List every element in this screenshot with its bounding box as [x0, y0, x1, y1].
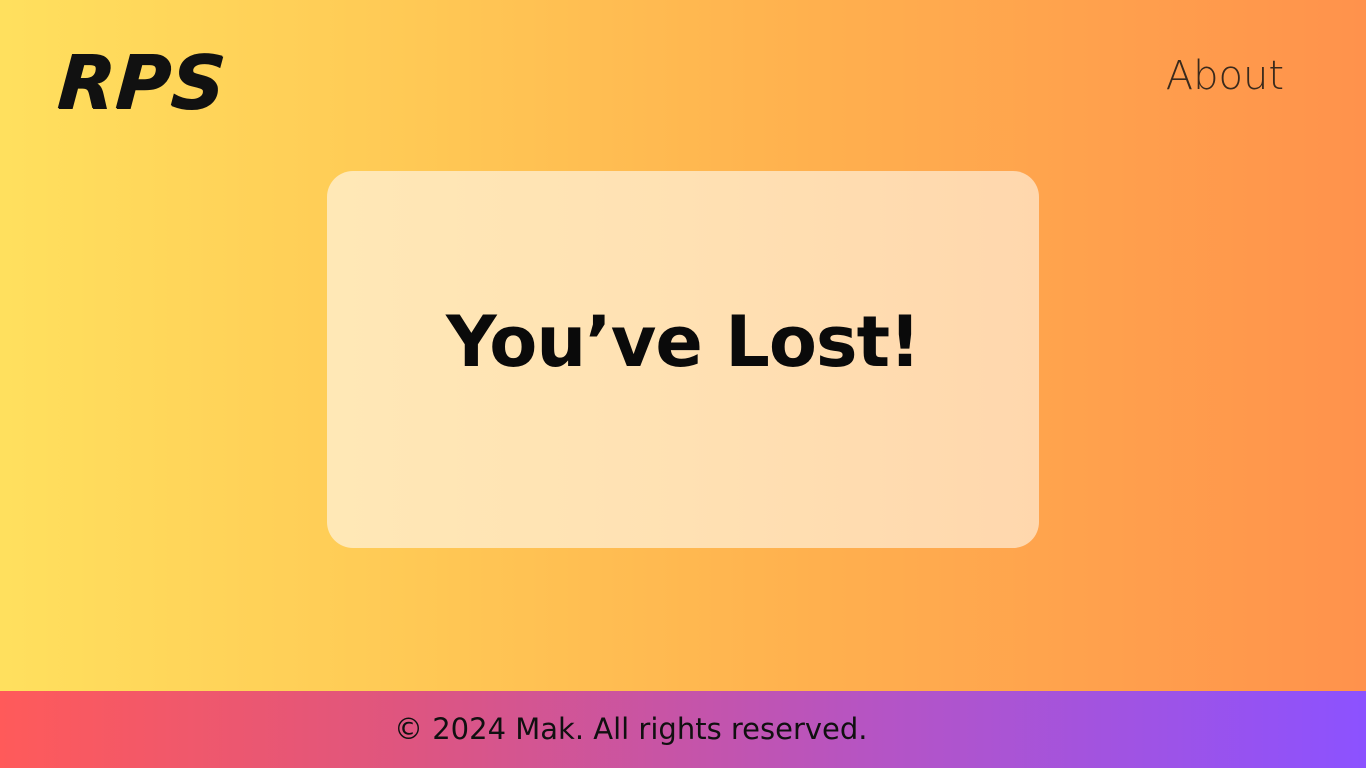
nav-link-about[interactable]: About: [1166, 50, 1284, 102]
site-logo[interactable]: RPS: [55, 38, 229, 128]
result-card: You’ve Lost!: [327, 171, 1039, 548]
result-message: You’ve Lost!: [445, 300, 921, 383]
footer: © 2024 Mak. All rights reserved.: [0, 691, 1366, 768]
footer-copyright: © 2024 Mak. All rights reserved.: [394, 712, 868, 746]
